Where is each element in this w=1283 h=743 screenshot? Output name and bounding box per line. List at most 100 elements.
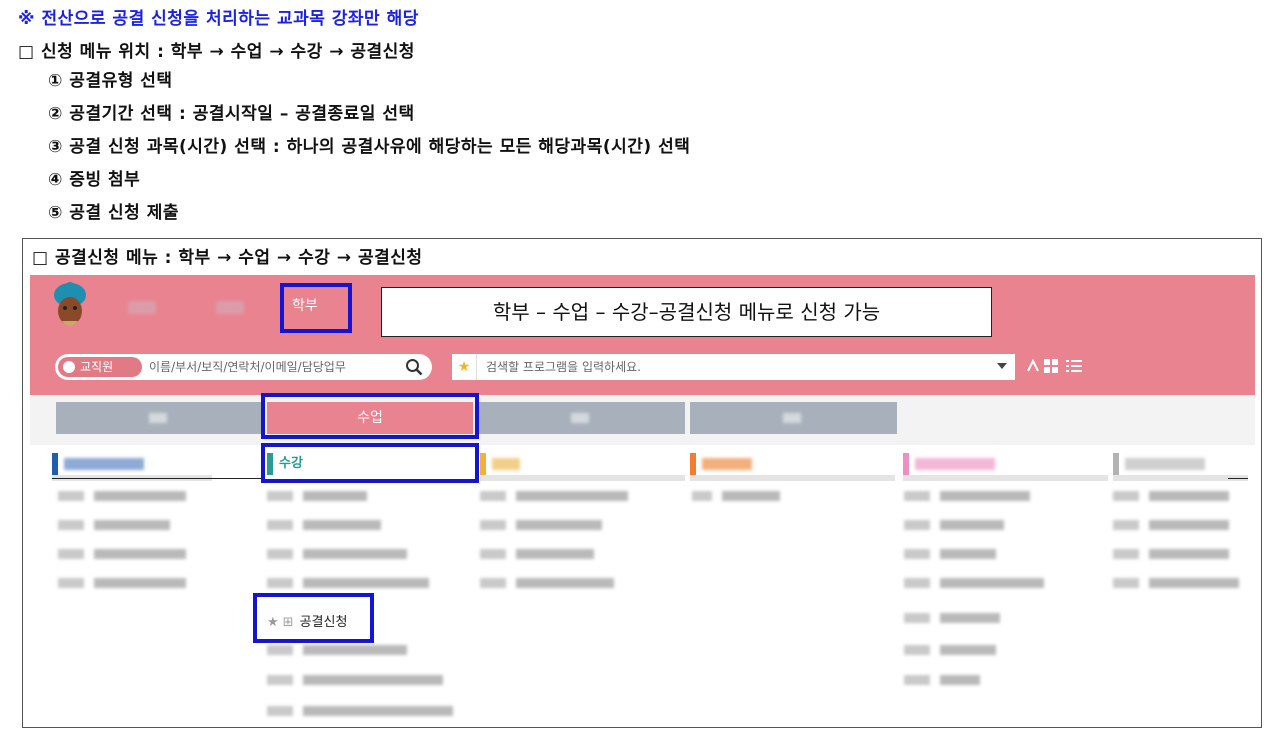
item-label xyxy=(1149,491,1229,501)
item-label xyxy=(94,520,170,530)
column-header-5[interactable] xyxy=(903,453,1108,475)
sugang-highlight-box xyxy=(261,443,479,483)
menu-item[interactable] xyxy=(904,673,1104,687)
item-icons xyxy=(58,578,84,588)
item-label xyxy=(94,578,186,588)
item-label xyxy=(1149,549,1229,559)
item-icons xyxy=(267,675,293,685)
column-accent xyxy=(690,453,696,475)
notice-text: ※ 전산으로 공결 신청을 처리하는 교과목 강좌만 해당 xyxy=(18,9,419,29)
logo-icon[interactable] xyxy=(48,281,92,333)
column-accent xyxy=(903,453,909,475)
menu-item[interactable] xyxy=(904,611,1104,625)
item-icons xyxy=(480,491,506,501)
portal-screenshot: 학부 학부 – 수업 – 수강–공결신청 메뉴로 신청 가능 교직원 이름/부서… xyxy=(30,275,1255,725)
apply-highlight-box xyxy=(253,593,374,643)
divider-line xyxy=(52,478,262,479)
menu-item[interactable] xyxy=(904,489,1104,503)
list-view-icon[interactable] xyxy=(1065,355,1083,377)
program-search-bar[interactable]: ★ 검색할 프로그램을 입력하세요. xyxy=(452,354,1015,380)
menu-item[interactable] xyxy=(1113,576,1248,590)
menu-item[interactable] xyxy=(480,489,680,503)
menu-item[interactable] xyxy=(267,489,467,503)
column-underline xyxy=(903,475,1108,481)
menu-item[interactable] xyxy=(267,643,467,657)
search-scope-toggle[interactable]: 교직원 xyxy=(58,357,142,377)
hakbu-highlight-box xyxy=(280,283,352,333)
item-icons xyxy=(267,520,293,530)
item-icons xyxy=(904,491,930,501)
column-header-1[interactable] xyxy=(52,453,257,475)
item-label xyxy=(303,549,407,559)
item-label xyxy=(516,491,628,501)
people-search-input[interactable]: 이름/부서/보직/연락처/이메일/담당업무 xyxy=(149,354,346,380)
chevron-up-icon[interactable] xyxy=(1027,355,1039,377)
item-label xyxy=(940,645,996,655)
item-icons xyxy=(904,645,930,655)
item-label xyxy=(940,549,996,559)
item-icons xyxy=(904,578,930,588)
column-accent xyxy=(1113,453,1119,475)
menu-item[interactable] xyxy=(692,489,892,503)
search-icon[interactable] xyxy=(405,358,423,376)
menu-item[interactable] xyxy=(480,547,680,561)
item-label xyxy=(940,520,1004,530)
menu-item[interactable] xyxy=(58,489,238,503)
menu-item[interactable] xyxy=(58,518,238,532)
item-label xyxy=(303,578,429,588)
menu-item[interactable] xyxy=(904,547,1104,561)
item-label xyxy=(516,549,594,559)
menu-item[interactable] xyxy=(267,518,467,532)
menu-item[interactable] xyxy=(58,576,238,590)
tab-highlight-box xyxy=(261,393,479,439)
dropdown-caret-icon[interactable] xyxy=(997,363,1007,369)
item-icons xyxy=(480,549,506,559)
instruction-banner: 학부 – 수업 – 수강–공결신청 메뉴로 신청 가능 xyxy=(381,287,992,337)
toggle-dot-icon xyxy=(63,361,75,373)
item-label xyxy=(94,491,186,501)
item-icons xyxy=(692,491,712,501)
menu-item[interactable] xyxy=(58,547,238,561)
column-accent xyxy=(480,453,486,475)
item-label xyxy=(940,491,1030,501)
people-search-bar[interactable]: 교직원 이름/부서/보직/연락처/이메일/담당업무 xyxy=(55,354,432,380)
menu-item[interactable] xyxy=(480,518,680,532)
top-menu-blurred-1[interactable] xyxy=(128,301,156,314)
menu-item[interactable] xyxy=(267,576,467,590)
menu-item[interactable] xyxy=(267,704,467,718)
menu-item[interactable] xyxy=(904,643,1104,657)
tab-blurred-4[interactable] xyxy=(690,402,897,434)
tab-blurred-1[interactable] xyxy=(56,402,263,434)
item-label xyxy=(303,520,381,530)
menu-item[interactable] xyxy=(267,673,467,687)
menu-item[interactable] xyxy=(267,547,467,561)
menu-item[interactable] xyxy=(904,576,1104,590)
item-icons xyxy=(1113,491,1139,501)
view-mode-icons[interactable] xyxy=(1025,355,1095,377)
grid-view-icon[interactable] xyxy=(1043,355,1059,377)
portal-header: 학부 학부 – 수업 – 수강–공결신청 메뉴로 신청 가능 교직원 이름/부서… xyxy=(30,275,1255,395)
menu-item[interactable] xyxy=(480,576,680,590)
item-icons xyxy=(904,613,930,623)
tab-blurred-3[interactable] xyxy=(478,402,685,434)
steps-list: ① 공결유형 선택 ② 공결기간 선택 : 공결시작일 – 공결종료일 선택 ③… xyxy=(48,70,690,235)
menu-item[interactable] xyxy=(1113,489,1248,503)
column-header-4[interactable] xyxy=(690,453,895,475)
item-icons xyxy=(58,549,84,559)
item-label xyxy=(1149,578,1239,588)
item-label xyxy=(940,675,980,685)
column-header-3[interactable] xyxy=(480,453,685,475)
column-blur-label xyxy=(64,458,144,470)
item-icons xyxy=(1113,549,1139,559)
step-4: ④ 증빙 첨부 xyxy=(48,170,141,190)
search-scope-label: 교직원 xyxy=(80,360,114,374)
program-search-input[interactable]: 검색할 프로그램을 입력하세요. xyxy=(486,354,641,380)
top-menu-blurred-2[interactable] xyxy=(216,301,244,314)
menu-item[interactable] xyxy=(1113,518,1248,532)
item-icons xyxy=(58,491,84,501)
star-icon[interactable]: ★ xyxy=(452,354,477,380)
menu-item[interactable] xyxy=(1113,547,1248,561)
menu-item[interactable] xyxy=(904,518,1104,532)
column-header-6[interactable] xyxy=(1113,453,1248,475)
step-5: ⑤ 공결 신청 제출 xyxy=(48,203,179,223)
